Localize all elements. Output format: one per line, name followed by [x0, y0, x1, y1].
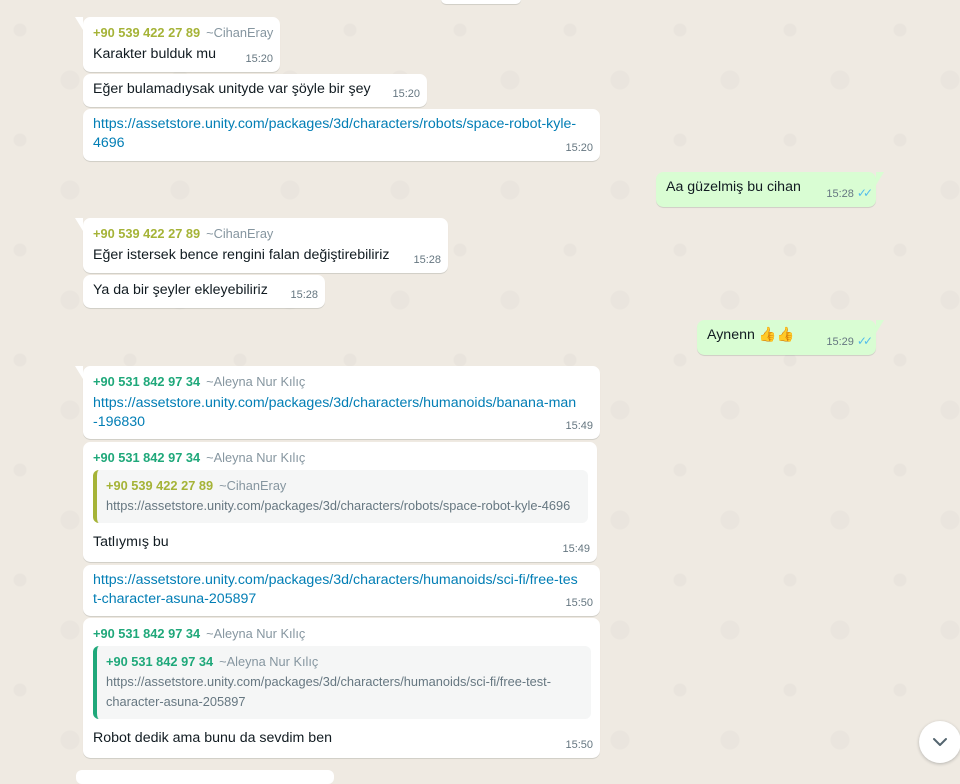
message-time: 15:49	[565, 420, 593, 432]
message-bubble-partial	[441, 0, 521, 4]
message-text: Ya da bir şeyler ekleyebiliriz	[93, 282, 268, 298]
message-time: 15:50	[565, 739, 593, 751]
message-link[interactable]: https://assetstore.unity.com/packages/3d…	[93, 115, 580, 153]
message-bubble[interactable]: +90 531 842 97 34 ~Aleyna Nur Kılıç https…	[75, 366, 600, 439]
message-bubble[interactable]: Eğer bulamadıysak unityde var şöyle bir …	[83, 74, 427, 107]
sender-name[interactable]: +90 539 422 27 89 ~CihanEray	[93, 224, 439, 244]
message-time: 15:50	[565, 597, 593, 609]
message-time: 15:28 ✓✓	[826, 186, 873, 200]
quoted-text: https://assetstore.unity.com/packages/3d…	[106, 674, 552, 709]
message-bubble-partial	[76, 770, 334, 784]
message-time: 15:28	[413, 254, 441, 266]
message-bubble[interactable]: +90 539 422 27 89 ~CihanEray Karakter bul…	[75, 17, 280, 72]
message-bubble[interactable]: +90 539 422 27 89 ~CihanEray Eğer isterse…	[75, 218, 448, 273]
message-text: Eğer bulamadıysak unityde var şöyle bir …	[93, 81, 371, 97]
message-bubble[interactable]: https://assetstore.unity.com/packages/3d…	[83, 109, 600, 161]
message-bubble[interactable]: +90 531 842 97 34 ~Aleyna Nur Kılıç +90 5…	[83, 442, 597, 562]
message-text: Karakter bulduk mu	[93, 46, 217, 62]
message-text: Eğer istersek bence rengini falan değişt…	[93, 247, 390, 263]
sender-name[interactable]: +90 531 842 97 34 ~Aleyna Nur Kılıç	[93, 448, 588, 468]
scroll-to-bottom-button[interactable]	[919, 721, 960, 763]
message-text: Tatlıymış bu	[93, 534, 169, 550]
message-time: 15:28	[290, 289, 318, 301]
message-time: 15:20	[392, 88, 420, 100]
message-bubble[interactable]: +90 531 842 97 34 ~Aleyna Nur Kılıç +90 5…	[83, 618, 600, 758]
quoted-message[interactable]: +90 531 842 97 34 ~Aleyna Nur Kılıç https…	[93, 646, 591, 719]
read-ticks-icon: ✓✓	[856, 334, 873, 348]
message-text: Robot dedik ama bunu da sevdim ben	[93, 730, 332, 746]
message-bubble[interactable]: https://assetstore.unity.com/packages/3d…	[83, 565, 600, 616]
message-time: 15:20	[245, 53, 273, 65]
message-bubble[interactable]: Ya da bir şeyler ekleyebiliriz 15:28	[83, 275, 325, 308]
quoted-text: https://assetstore.unity.com/packages/3d…	[106, 498, 571, 513]
read-ticks-icon: ✓✓	[856, 186, 873, 200]
chevron-down-icon	[933, 738, 947, 746]
sender-name[interactable]: +90 531 842 97 34 ~Aleyna Nur Kılıç	[93, 624, 591, 644]
message-link[interactable]: https://assetstore.unity.com/packages/3d…	[93, 394, 580, 432]
sender-name[interactable]: +90 539 422 27 89 ~CihanEray	[93, 23, 273, 43]
message-link[interactable]: https://assetstore.unity.com/packages/3d…	[93, 571, 580, 609]
message-time: 15:29 ✓✓	[826, 334, 873, 348]
outgoing-message-bubble[interactable]: Aynenn 👍👍 15:29 ✓✓	[697, 320, 884, 355]
outgoing-message-bubble[interactable]: Aa güzelmiş bu cihan 15:28 ✓✓	[656, 172, 884, 207]
message-time: 15:20	[565, 142, 593, 154]
message-time: 15:49	[562, 543, 590, 555]
quoted-message[interactable]: +90 539 422 27 89 ~CihanEray https://asse…	[93, 470, 588, 523]
sender-name[interactable]: +90 531 842 97 34 ~Aleyna Nur Kılıç	[93, 372, 580, 392]
